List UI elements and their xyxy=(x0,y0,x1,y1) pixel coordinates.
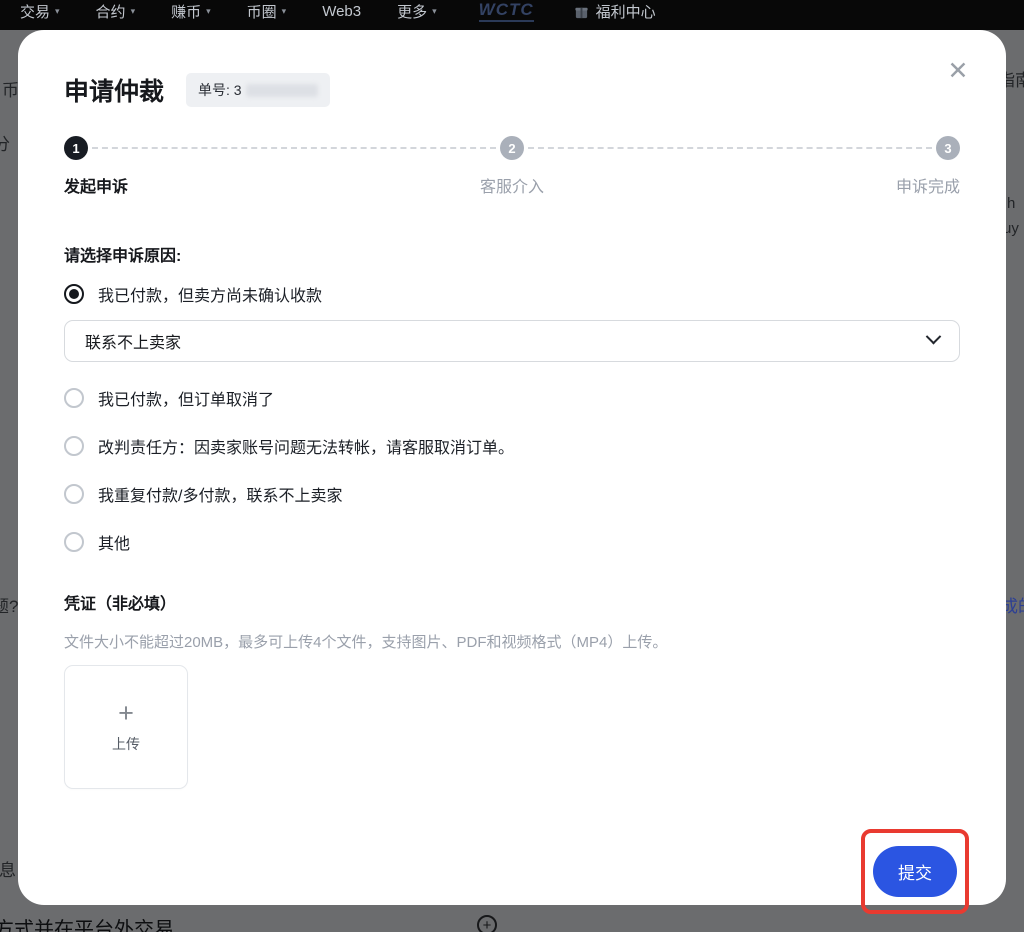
reason-section-heading: 请选择申诉原因: xyxy=(64,242,960,266)
submit-button[interactable]: 提交 xyxy=(873,846,957,897)
nav-item-more[interactable]: 更多 ▾ xyxy=(397,1,437,22)
nav-item-trade[interactable]: 交易 ▾ xyxy=(20,1,60,22)
step-connector xyxy=(92,147,496,149)
annotation-highlight-box: 提交 xyxy=(861,829,969,914)
circled-plus-icon: + xyxy=(477,915,497,932)
dropdown-selected-value: 联系不上卖家 xyxy=(85,329,181,353)
chevron-down-icon: ▾ xyxy=(131,6,136,17)
step-label-initiate-appeal: 发起申诉 xyxy=(64,173,128,197)
reason-option-order-cancelled[interactable]: 我已付款，但订单取消了 xyxy=(64,386,960,410)
radio-icon[interactable] xyxy=(64,388,84,408)
top-navbar: 交易 ▾ 合约 ▾ 赚币 ▾ 币圈 ▾ Web3 更多 ▾ WCTC 福利中心 xyxy=(0,0,1024,30)
step-label-appeal-complete: 申诉完成 xyxy=(896,173,960,197)
nav-item-coin-circle[interactable]: 币圈 ▾ xyxy=(247,1,287,22)
bg-fragment: 币 xyxy=(2,76,19,101)
order-number-label: 单号: 3 xyxy=(198,80,242,100)
reason-option-duplicate-payment[interactable]: 我重复付款/多付款，联系不上卖家 xyxy=(64,482,960,506)
bg-fragment: 题? xyxy=(0,592,18,617)
bg-fragment: 分 xyxy=(0,130,10,155)
order-number-redacted xyxy=(246,84,318,97)
step-label-support-intervention: 客服介入 xyxy=(480,173,544,197)
bg-fragment: 信息 xyxy=(0,856,16,881)
reason-option-other[interactable]: 其他 xyxy=(64,530,960,554)
reason-option-label: 我已付款，但订单取消了 xyxy=(98,386,274,410)
reason-option-label: 其他 xyxy=(98,530,130,554)
nav-item-futures[interactable]: 合约 ▾ xyxy=(96,1,136,22)
step-dot-1: 1 xyxy=(64,136,88,160)
chevron-down-icon: ▾ xyxy=(432,6,437,17)
arbitration-modal: ✕ 申请仲裁 单号: 3 1 2 3 发起申诉 客服介入 申诉完成 请选择申诉原… xyxy=(18,30,1006,905)
radio-icon[interactable] xyxy=(64,532,84,552)
wctc-logo[interactable]: WCTC xyxy=(479,0,534,22)
file-upload-dropzone[interactable]: + 上传 xyxy=(64,665,188,789)
chevron-down-icon: ▾ xyxy=(206,6,211,17)
nav-item-label: 币圈 xyxy=(247,1,277,22)
step-dot-2: 2 xyxy=(500,136,524,160)
reason-option-paid-not-confirmed[interactable]: 我已付款，但卖方尚未确认收款 xyxy=(64,282,960,306)
reason-option-label: 改判责任方：因卖家账号问题无法转帐，请客服取消订单。 xyxy=(98,434,514,458)
bg-fragment: h xyxy=(1007,195,1015,212)
nav-item-welfare-center[interactable]: 福利中心 xyxy=(574,1,656,22)
progress-stepper: 1 2 3 发起申诉 客服介入 申诉完成 xyxy=(64,136,960,197)
evidence-upload-note: 文件大小不能超过20MB，最多可上传4个文件，支持图片、PDF和视频格式（MP4… xyxy=(64,631,960,652)
radio-selected-icon[interactable] xyxy=(64,284,84,304)
reason-option-label: 我已付款，但卖方尚未确认收款 xyxy=(98,282,322,306)
evidence-section-heading: 凭证（非必填） xyxy=(64,590,960,614)
order-number-badge: 单号: 3 xyxy=(186,73,330,107)
step-connector xyxy=(528,147,932,149)
nav-item-label: 交易 xyxy=(20,1,50,22)
chevron-down-icon: ▾ xyxy=(282,6,287,17)
radio-icon[interactable] xyxy=(64,436,84,456)
nav-item-label: 赚币 xyxy=(171,1,201,22)
gift-icon xyxy=(574,4,589,19)
radio-icon[interactable] xyxy=(64,484,84,504)
nav-item-label: Web3 xyxy=(322,3,361,20)
bg-page-text: 方式并在平台外交易 xyxy=(0,913,174,932)
nav-item-earn[interactable]: 赚币 ▾ xyxy=(171,1,211,22)
plus-icon: + xyxy=(118,701,134,725)
step-dot-3: 3 xyxy=(936,136,960,160)
upload-label: 上传 xyxy=(112,734,140,754)
nav-item-web3[interactable]: Web3 xyxy=(322,3,361,20)
nav-item-label: 更多 xyxy=(397,1,427,22)
reason-option-label: 我重复付款/多付款，联系不上卖家 xyxy=(98,482,342,506)
nav-item-label: 合约 xyxy=(96,1,126,22)
page-title: 申请仲裁 xyxy=(64,72,164,108)
sub-reason-dropdown[interactable]: 联系不上卖家 xyxy=(64,320,960,362)
close-icon[interactable]: ✕ xyxy=(944,58,972,86)
chevron-down-icon: ▾ xyxy=(55,6,60,17)
reason-option-reassign-responsibility[interactable]: 改判责任方：因卖家账号问题无法转帐，请客服取消订单。 xyxy=(64,434,960,458)
nav-item-label: 福利中心 xyxy=(596,1,656,22)
chevron-down-icon xyxy=(926,328,942,344)
